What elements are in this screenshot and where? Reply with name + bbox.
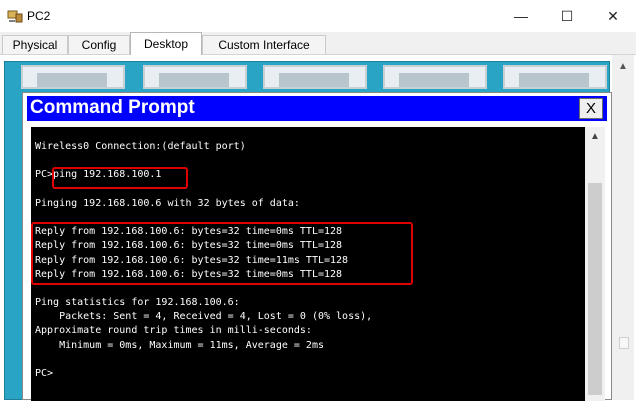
- desktop-scrollbar[interactable]: ▲: [612, 55, 634, 400]
- console-line: Approximate round trip times in milli-se…: [35, 325, 312, 337]
- maximize-button[interactable]: ☐: [544, 0, 590, 32]
- console-line: Pinging 192.168.100.6 with 32 bytes of d…: [35, 197, 300, 209]
- desktop-app-icon[interactable]: [383, 65, 487, 89]
- desktop-app-icon[interactable]: [21, 65, 125, 89]
- tab-physical[interactable]: Physical: [2, 35, 68, 54]
- tab-config[interactable]: Config: [68, 35, 130, 54]
- console-scrollbar[interactable]: ▲: [585, 127, 605, 401]
- maximize-icon: ☐: [560, 7, 574, 24]
- command-prompt-title-bar: Command Prompt X: [27, 96, 607, 121]
- console-line: Packets: Sent = 4, Received = 4, Lost = …: [35, 311, 373, 323]
- console-line: Minimum = 0ms, Maximum = 11ms, Average =…: [35, 339, 324, 351]
- window-title: PC2: [27, 9, 51, 23]
- console-output[interactable]: Wireless0 Connection:(default port) PC>pi…: [31, 127, 585, 401]
- console-line: Wireless0 Connection:(default port): [35, 141, 246, 152]
- minimize-button[interactable]: —: [498, 0, 544, 32]
- reply-lines-highlight: [31, 222, 413, 285]
- console-line: Ping statistics for 192.168.100.6:: [35, 297, 240, 309]
- close-window-button[interactable]: ✕: [590, 0, 636, 32]
- console-scrollbar-thumb[interactable]: [588, 183, 602, 395]
- ping-command-highlight: [52, 167, 188, 189]
- desktop-app-icon[interactable]: [263, 65, 367, 89]
- tab-desktop[interactable]: Desktop: [130, 32, 202, 55]
- tab-bar: Physical Config Desktop Custom Interface: [0, 32, 636, 55]
- command-prompt-close-button[interactable]: X: [579, 98, 603, 119]
- desktop-app-icon[interactable]: [143, 65, 247, 89]
- scrollbar-thumb[interactable]: [619, 337, 629, 349]
- chevron-up-icon[interactable]: ▲: [590, 131, 600, 142]
- close-icon: ✕: [607, 7, 619, 24]
- minimize-icon: —: [514, 8, 528, 24]
- packet-tracer-pc-icon: [7, 10, 23, 23]
- window-title-bar: PC2 — ☐ ✕: [0, 0, 636, 32]
- tab-custom-interface[interactable]: Custom Interface: [202, 35, 326, 54]
- command-prompt-window: Command Prompt X Wireless0 Connection:(d…: [22, 92, 612, 401]
- desktop-app-icon[interactable]: [503, 65, 607, 89]
- command-prompt-title: Command Prompt: [30, 97, 195, 118]
- chevron-up-icon[interactable]: ▲: [618, 61, 628, 72]
- console-line: PC>: [35, 368, 54, 379]
